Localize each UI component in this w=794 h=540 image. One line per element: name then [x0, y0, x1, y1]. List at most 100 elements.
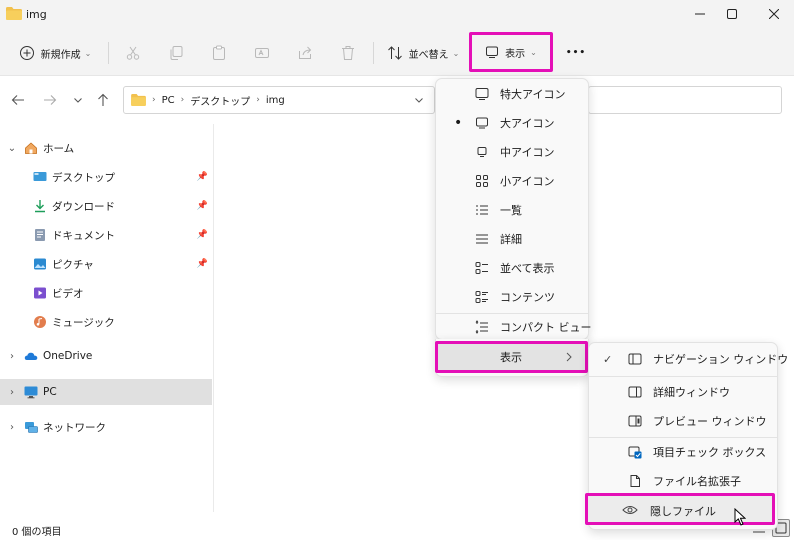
rename-button[interactable] [249, 38, 275, 68]
breadcrumb-pc[interactable]: PC [162, 95, 175, 106]
nav-item-label: ビデオ [52, 287, 84, 300]
chevron-down-icon [74, 98, 82, 103]
menu-item-extra-large-icons[interactable]: 特大アイコン [440, 80, 584, 108]
copy-button[interactable] [163, 38, 189, 68]
menu-item-small-icons[interactable]: 小アイコン [440, 167, 584, 195]
pictures-icon [34, 258, 46, 270]
menu-item-compact-view[interactable]: コンパクト ビュー [440, 313, 592, 341]
more-icon: ••• [565, 48, 587, 58]
menu-item-hidden-files[interactable]: 隠しファイル [585, 493, 775, 525]
sort-button[interactable]: 並べ替え ⌄ [381, 38, 465, 68]
menu-item-label: コンテンツ [500, 291, 555, 304]
nav-item-pc[interactable]: › PC [0, 379, 212, 405]
menu-item-label: プレビュー ウィンドウ [653, 415, 767, 428]
nav-item-label: PC [43, 386, 57, 398]
sort-button-label: 並べ替え [408, 49, 449, 61]
check-icon: ✓ [603, 352, 613, 366]
nav-item-network[interactable]: › ネットワーク [0, 414, 212, 440]
nav-item-music[interactable]: ミュージック [0, 309, 212, 335]
chevron-right-icon[interactable]: › [6, 351, 18, 362]
menu-item-preview-pane[interactable]: プレビュー ウィンドウ [593, 407, 773, 435]
pin-icon[interactable]: 📌 [197, 172, 208, 182]
large-icons-icon [474, 115, 490, 131]
menu-item-show[interactable]: 表示 [435, 341, 588, 373]
command-bar: 新規作成 ⌄ 並べ替え ⌄ 表示 ⌄ ••• [0, 30, 794, 76]
menu-item-tiles[interactable]: 並べて表示 [440, 254, 584, 282]
onedrive-cloud-icon [24, 352, 38, 360]
folder-icon [6, 7, 22, 20]
chevron-down-icon: ⌄ [530, 47, 537, 57]
view-button[interactable]: 表示 ⌄ [469, 32, 553, 72]
folder-icon [131, 94, 146, 106]
pin-icon[interactable]: 📌 [197, 230, 208, 240]
breadcrumb-desktop[interactable]: デスクトップ [190, 93, 250, 108]
menu-item-list[interactable]: 一覧 [440, 196, 584, 224]
extra-large-icons-icon [474, 86, 490, 102]
chevron-down-icon[interactable] [414, 95, 424, 105]
nav-item-desktop[interactable]: デスクトップ 📌 [0, 164, 212, 190]
menu-item-label: ファイル名拡張子 [653, 475, 741, 488]
chevron-right-icon[interactable]: › [6, 422, 18, 433]
menu-item-label: 表示 [500, 351, 522, 364]
list-icon [474, 202, 490, 218]
download-icon [35, 200, 45, 213]
menu-item-content[interactable]: コンテンツ [440, 283, 584, 311]
menu-item-label: 一覧 [500, 204, 522, 217]
delete-button[interactable] [335, 38, 361, 68]
chevron-down-icon[interactable]: ⌄ [6, 143, 18, 154]
up-button[interactable] [93, 90, 113, 110]
chevron-right-icon[interactable]: › [6, 387, 18, 398]
pin-icon[interactable]: 📌 [197, 201, 208, 211]
content-icon [474, 289, 490, 305]
mouse-cursor-icon [734, 508, 746, 526]
nav-item-pictures[interactable]: ピクチャ 📌 [0, 251, 212, 277]
paste-button[interactable] [206, 38, 232, 68]
menu-item-details-pane[interactable]: 詳細ウィンドウ [593, 378, 773, 406]
share-button[interactable] [292, 38, 318, 68]
nav-item-home[interactable]: ⌄ ホーム [0, 135, 212, 161]
menu-item-navigation-pane[interactable]: ✓ ナビゲーション ウィンドウ [593, 345, 788, 373]
maximize-icon [727, 9, 737, 19]
maximize-button[interactable] [714, 0, 750, 28]
nav-item-documents[interactable]: ドキュメント 📌 [0, 222, 212, 248]
small-icons-icon [474, 173, 490, 189]
navigation-pane: ⌄ ホーム デスクトップ 📌 ダウンロード 📌 ドキュメント 📌 ピクチャ 📌 [0, 124, 214, 512]
nav-item-label: ダウンロード [52, 200, 115, 213]
menu-item-details[interactable]: 詳細 [440, 225, 584, 253]
close-icon [769, 9, 779, 19]
arrow-left-icon [11, 95, 24, 105]
menu-item-large-icons[interactable]: • 大アイコン [440, 109, 584, 137]
chevron-down-icon: ⌄ [452, 48, 460, 58]
pin-icon[interactable]: 📌 [197, 259, 208, 269]
menu-item-label: 詳細ウィンドウ [653, 386, 730, 399]
menu-item-file-extensions[interactable]: ファイル名拡張子 [593, 467, 773, 495]
plus-circle-icon [19, 46, 34, 60]
copy-icon [170, 46, 183, 60]
recent-locations-button[interactable] [68, 90, 88, 110]
menu-item-medium-icons[interactable]: 中アイコン [440, 138, 584, 166]
nav-item-label: ミュージック [52, 316, 115, 329]
new-button[interactable]: 新規作成 ⌄ [10, 38, 100, 68]
search-box[interactable] [588, 86, 782, 114]
cut-button[interactable] [120, 38, 146, 68]
breadcrumb-img[interactable]: img [266, 95, 285, 106]
breadcrumb-separator-icon: › [180, 95, 185, 105]
more-options-button[interactable]: ••• [563, 38, 589, 68]
back-button[interactable] [8, 90, 28, 110]
new-button-label: 新規作成 [40, 49, 81, 61]
nav-item-downloads[interactable]: ダウンロード 📌 [0, 193, 212, 219]
chevron-down-icon: ⌄ [84, 48, 92, 58]
nav-item-onedrive[interactable]: › OneDrive [0, 343, 212, 369]
forward-button[interactable] [40, 90, 60, 110]
minimize-button[interactable] [682, 0, 718, 28]
address-row: › PC › デスクトップ › img [0, 76, 794, 124]
menu-item-item-checkboxes[interactable]: 項目チェック ボックス [593, 438, 773, 466]
address-bar[interactable]: › PC › デスクトップ › img [123, 86, 435, 114]
paste-icon [213, 45, 225, 60]
nav-item-label: ネットワーク [43, 421, 106, 434]
network-icon [25, 422, 38, 433]
sort-icon [387, 46, 402, 60]
nav-item-videos[interactable]: ビデオ [0, 280, 212, 306]
close-button[interactable] [756, 0, 792, 28]
item-count: 0 個の項目 [12, 527, 62, 538]
